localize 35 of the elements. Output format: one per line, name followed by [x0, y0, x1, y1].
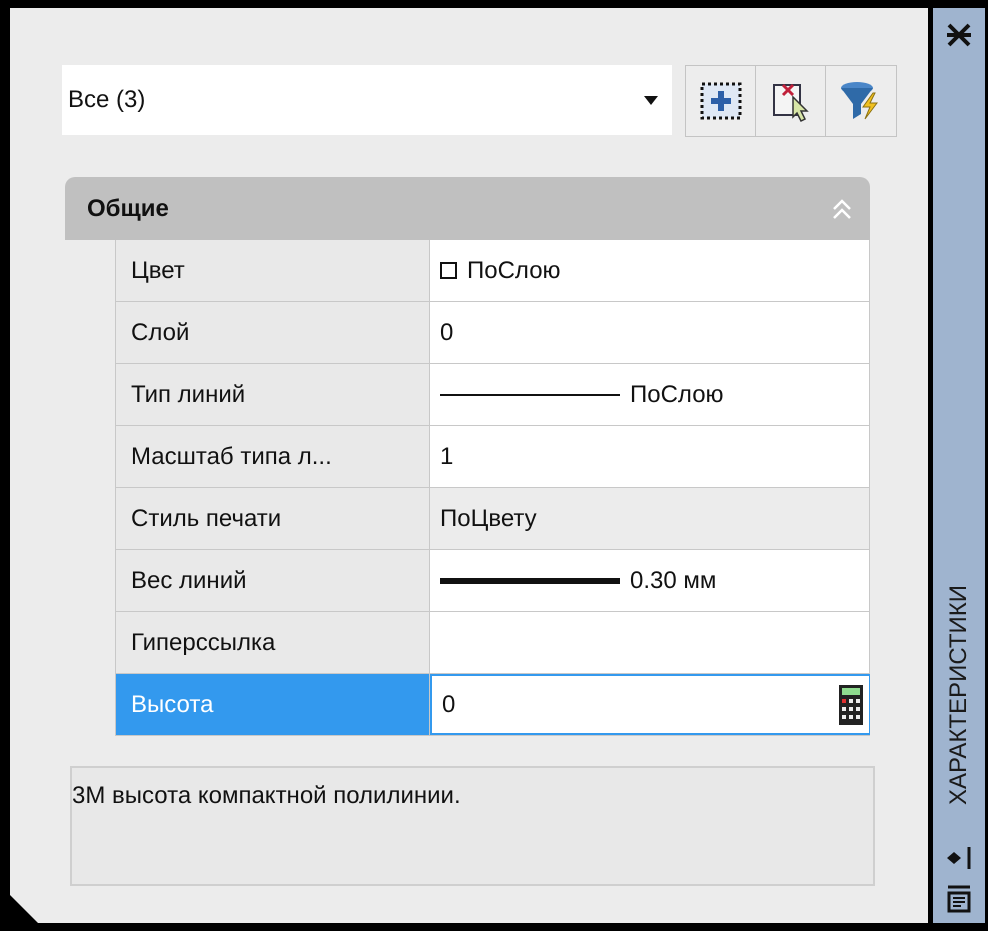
property-value: ПоСлою [467, 256, 562, 286]
thick-line-sample-icon [440, 576, 620, 586]
filter-dropdown[interactable]: Все (3) [62, 65, 672, 135]
description-text: 3М высота компактной полилинии. [72, 782, 461, 809]
property-value-field[interactable]: 1 [430, 426, 870, 487]
calculator-icon[interactable] [839, 684, 863, 724]
dropdown-value: Все (3) [68, 85, 146, 115]
property-label[interactable]: Гиперссылка [115, 612, 430, 673]
properties-menu-icon[interactable] [946, 885, 972, 913]
property-value: 1 [440, 442, 454, 472]
property-value: 0 [442, 690, 456, 720]
property-value-field[interactable] [430, 612, 870, 673]
close-icon[interactable] [946, 22, 972, 48]
property-label[interactable]: Тип линий [115, 364, 430, 425]
property-value: ПоСлою [630, 380, 725, 410]
dropdown-arrow-icon [644, 96, 658, 104]
property-label[interactable]: Стиль печати [115, 488, 430, 549]
property-value-field[interactable]: 0.30 мм [430, 550, 870, 611]
property-value: 0.30 мм [630, 566, 718, 596]
property-value: 0 [440, 318, 454, 348]
property-label[interactable]: Цвет [115, 240, 430, 301]
color-swatch-icon [440, 262, 457, 279]
section-title: Общие [87, 194, 170, 224]
property-value-field[interactable]: ПоСлою [430, 240, 870, 301]
section-header[interactable]: Общие [65, 177, 870, 240]
auto-hide-icon[interactable] [945, 845, 973, 871]
property-label[interactable]: Вес линий [115, 550, 430, 611]
property-label[interactable]: Слой [115, 302, 430, 363]
selection-add-icon [698, 81, 742, 121]
property-label[interactable]: Масштаб типа л... [115, 426, 430, 487]
property-value-field[interactable]: 0 [430, 302, 870, 363]
property-value-field[interactable]: ПоСлою [430, 364, 870, 425]
property-value-field[interactable]: 0 [430, 674, 870, 735]
property-value: ПоЦвету [440, 504, 538, 534]
palette-title: ХАРАКТЕРИСТИКИ [944, 584, 973, 805]
